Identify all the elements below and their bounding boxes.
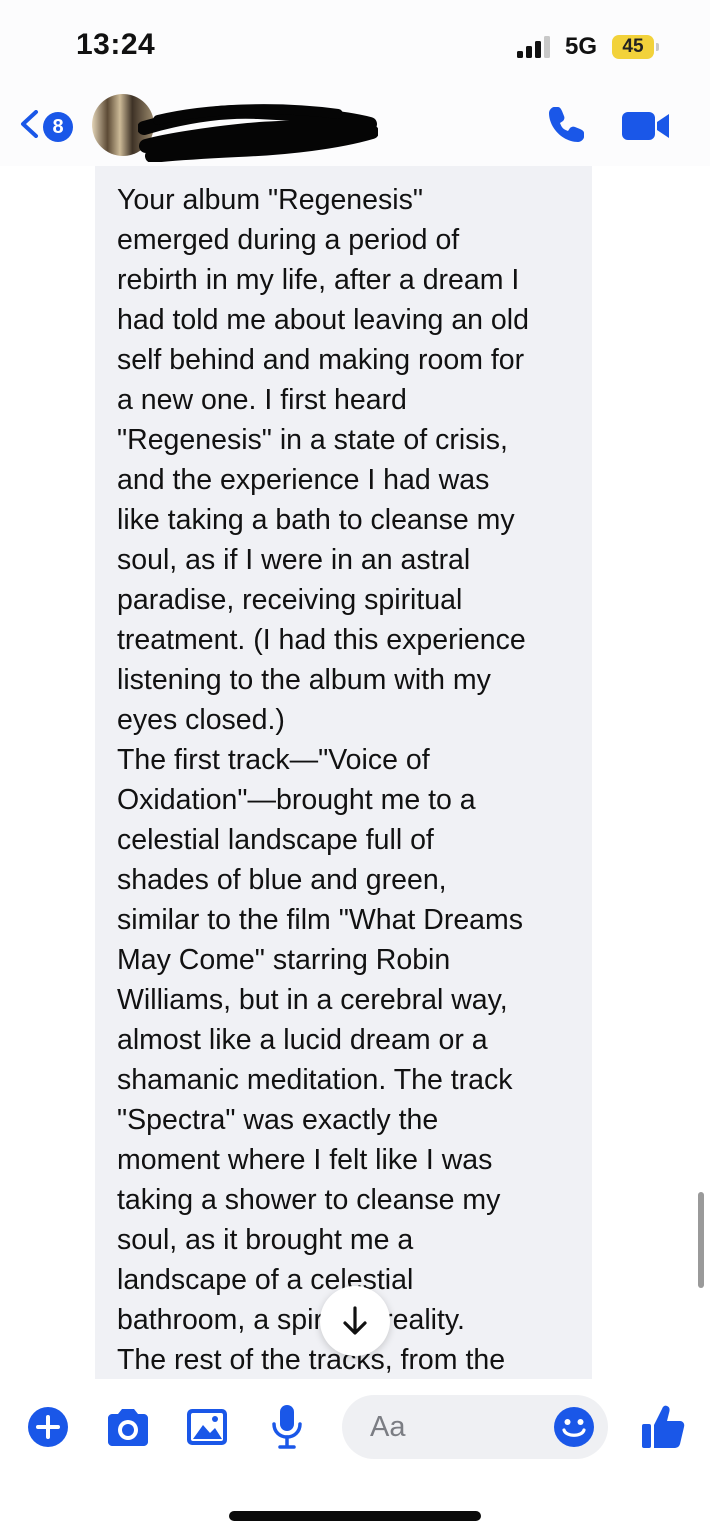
chevron-left-icon[interactable] (18, 110, 40, 138)
message-text: Your album "Regenesis" emerged during a … (117, 184, 529, 1376)
message-composer (0, 1380, 710, 1536)
scroll-to-bottom-button[interactable] (320, 1286, 390, 1356)
signal-strength-icon (517, 36, 550, 58)
battery-level: 45 (612, 35, 654, 59)
video-camera-icon[interactable] (621, 110, 671, 142)
microphone-icon[interactable] (270, 1404, 304, 1450)
unread-count-badge[interactable]: 8 (43, 112, 73, 142)
camera-icon[interactable] (104, 1408, 152, 1448)
emoji-icon[interactable] (553, 1406, 595, 1448)
battery-cap (656, 43, 659, 51)
arrow-down-icon (343, 1306, 367, 1335)
image-icon[interactable] (186, 1407, 228, 1447)
scrollbar[interactable] (698, 1192, 704, 1288)
status-time: 13:24 (76, 28, 156, 61)
battery-icon: 45 (612, 35, 660, 59)
home-indicator (229, 1511, 481, 1521)
status-bar: 13:24 5G 45 (0, 0, 710, 90)
redacted-contact-name (138, 104, 378, 162)
plus-icon[interactable] (27, 1406, 69, 1448)
network-type: 5G (565, 33, 598, 60)
thumbs-up-icon[interactable] (640, 1404, 686, 1450)
message-bubble[interactable]: Your album "Regenesis" emerged during a … (95, 166, 592, 1379)
phone-icon[interactable] (545, 104, 587, 146)
